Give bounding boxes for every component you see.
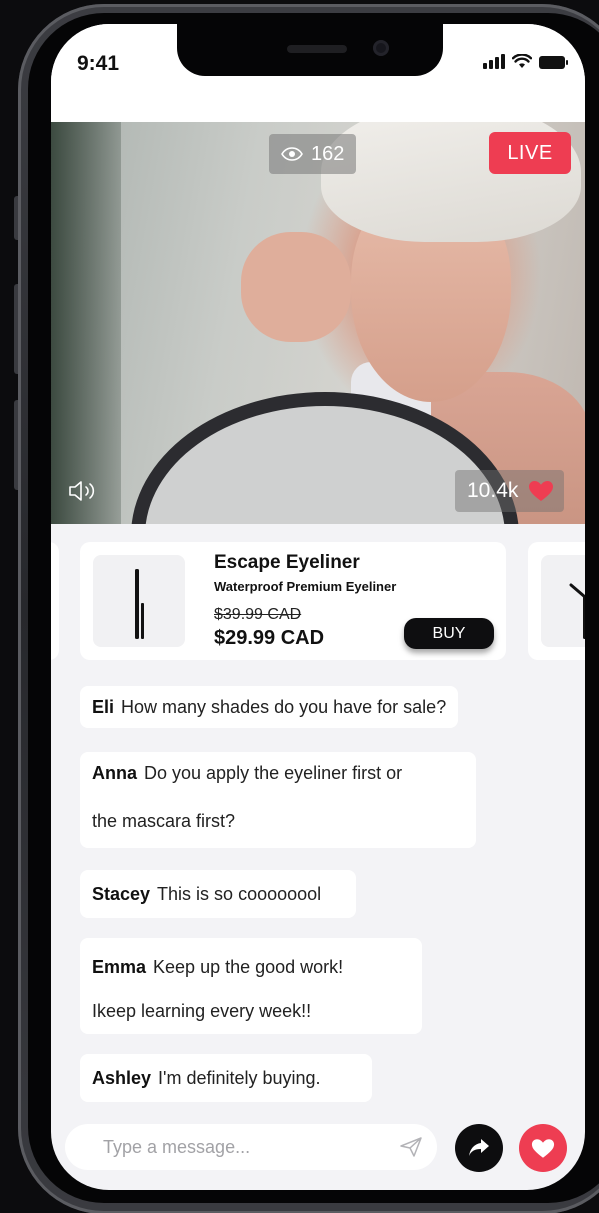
stage: 9:41 162 LIVE 10.4k Escape Eyeliner Wate… (0, 0, 599, 1213)
status-time: 9:41 (77, 52, 120, 75)
product-card-previous[interactable] (51, 542, 59, 660)
product-original-price: $39.99 CAD (214, 606, 302, 623)
video-shadow (51, 122, 121, 524)
buy-button[interactable]: BUY (404, 618, 494, 649)
product-card[interactable]: Escape Eyeliner Waterproof Premium Eyeli… (80, 542, 506, 660)
chat-text: I'm definitely buying. (158, 1068, 321, 1088)
chat-message: Ashley I'm definitely buying. (80, 1054, 372, 1102)
front-camera (373, 40, 389, 56)
send-icon[interactable] (399, 1136, 423, 1158)
chat-message: Eli How many shades do you have for sale? (80, 686, 459, 728)
chat-username: Anna (92, 763, 137, 783)
message-input[interactable] (101, 1135, 385, 1159)
phone-screen: 9:41 162 LIVE 10.4k Escape Eyeliner Wate… (51, 24, 585, 1190)
volume-button[interactable] (67, 476, 107, 506)
product-image (93, 555, 185, 647)
notch (177, 24, 443, 76)
chat-text: This is so coooooool (157, 884, 322, 904)
chat-text: Ikeep learning every week!! (92, 1001, 312, 1021)
chat-list[interactable]: Eli How many shades do you have for sale?… (51, 674, 585, 1114)
message-composer (65, 1124, 437, 1170)
product-name: Escape Eyeliner (214, 552, 360, 573)
product-carousel[interactable]: Escape Eyeliner Waterproof Premium Eyeli… (51, 524, 585, 674)
chat-message: Emma Keep up the good work! Ikeep learnin… (80, 938, 422, 1034)
video-figure-hand (241, 232, 351, 342)
heart-icon (531, 1138, 555, 1158)
like-count: 10.4k (467, 479, 519, 502)
viewer-count-badge: 162 (269, 134, 357, 174)
share-button[interactable] (455, 1124, 503, 1172)
eye-icon (281, 147, 303, 161)
heart-icon (529, 481, 554, 501)
heart-button[interactable] (519, 1124, 567, 1172)
chat-username: Stacey (92, 884, 151, 904)
product-card-next[interactable] (528, 542, 585, 660)
product-subtitle: Waterproof Premium Eyeliner (214, 579, 397, 594)
viewer-count: 162 (311, 142, 345, 165)
signal-icon (483, 54, 505, 69)
like-count-badge[interactable]: 10.4k (455, 470, 565, 512)
volume-icon (69, 481, 95, 501)
chat-username: Eli (92, 697, 115, 717)
next-product-image (541, 555, 585, 647)
chat-username: Emma (92, 957, 147, 977)
chat-username: Ashley (92, 1068, 152, 1088)
chat-message: Anna Do you apply the eyeliner first or t… (80, 752, 476, 848)
battery-icon (539, 56, 568, 69)
chat-message: Stacey This is so coooooool (80, 870, 356, 918)
chat-text: the mascara first? (92, 811, 236, 831)
chat-text: Do you apply the eyeliner first or (144, 763, 403, 783)
live-video[interactable]: 162 LIVE 10.4k (51, 122, 585, 524)
chat-text: How many shades do you have for sale? (121, 697, 447, 717)
share-arrow-icon (469, 1139, 489, 1156)
product-sale-price: $29.99 CAD (214, 627, 325, 649)
wifi-icon (512, 54, 532, 68)
chat-text: Keep up the good work! (153, 957, 344, 977)
notch-speaker (287, 45, 347, 53)
status-bar: 9:41 (51, 24, 585, 122)
live-badge: LIVE (489, 132, 571, 174)
status-icons (483, 54, 568, 69)
